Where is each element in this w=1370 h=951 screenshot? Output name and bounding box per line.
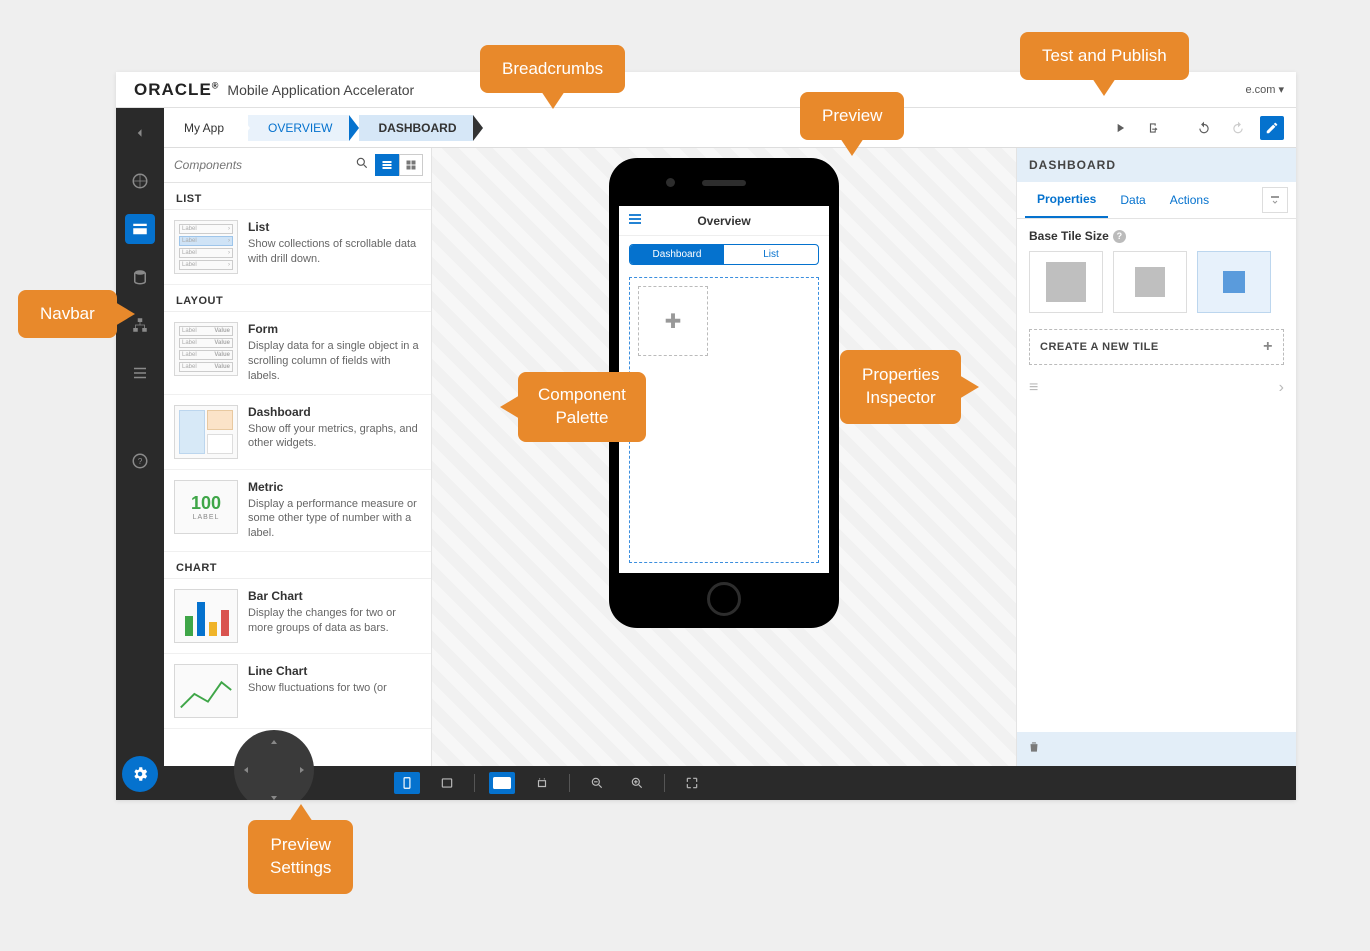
plus-icon: + xyxy=(1263,338,1273,356)
trash-icon[interactable] xyxy=(1027,740,1041,759)
list-view-icon[interactable] xyxy=(375,154,399,176)
inspector-title: DASHBOARD xyxy=(1017,148,1296,182)
nav-help-icon[interactable]: ? xyxy=(125,446,155,476)
callout-preview-settings: Preview Settings xyxy=(248,820,353,894)
nav-designer-icon[interactable] xyxy=(125,214,155,244)
callout-component-palette: Component Palette xyxy=(518,372,646,442)
svg-text:?: ? xyxy=(138,457,143,466)
direction-pad[interactable] xyxy=(234,730,314,800)
callout-navbar: Navbar xyxy=(18,290,117,338)
palette-item-dashboard[interactable]: Dashboard Show off your metrics, graphs,… xyxy=(164,395,431,470)
nav-settings-gear-icon[interactable] xyxy=(122,756,158,792)
top-toolbar xyxy=(1108,116,1284,140)
svg-text:iOS: iOS xyxy=(497,781,507,787)
device-screen: Overview Dashboard List ✚ xyxy=(619,206,829,573)
component-search-input[interactable] xyxy=(172,154,349,176)
palette-item-linechart[interactable]: Line Chart Show fluctuations for two (or xyxy=(164,654,431,729)
publish-icon[interactable] xyxy=(1142,116,1166,140)
add-tile-slot[interactable]: ✚ xyxy=(638,286,708,356)
device-phone-icon[interactable] xyxy=(394,772,420,794)
callout-breadcrumbs: Breadcrumbs xyxy=(480,45,625,93)
zoom-out-icon[interactable] xyxy=(584,772,610,794)
nav-list-icon[interactable] xyxy=(125,358,155,388)
user-menu[interactable]: e.com ▾ xyxy=(1245,83,1284,96)
edit-pencil-icon[interactable] xyxy=(1260,116,1284,140)
palette-item-metric[interactable]: 100 LABEL Metric Display a performance m… xyxy=(164,470,431,553)
preview-drop-area[interactable]: ✚ xyxy=(629,277,819,563)
breadcrumb-overview[interactable]: OVERVIEW xyxy=(248,115,348,141)
callout-preview: Preview xyxy=(800,92,904,140)
drag-handle-icon: ≡ xyxy=(1029,379,1038,397)
left-navbar: ? xyxy=(116,108,164,800)
nav-data-icon[interactable] xyxy=(125,262,155,292)
redo-icon[interactable] xyxy=(1226,116,1250,140)
grid-view-icon[interactable] xyxy=(399,154,423,176)
inspector-overflow-icon[interactable] xyxy=(1262,187,1288,213)
palette-item-barchart[interactable]: Bar Chart Display the changes for two or… xyxy=(164,579,431,654)
properties-inspector: DASHBOARD Properties Data Actions Base T… xyxy=(1016,148,1296,766)
tile-size-small[interactable] xyxy=(1197,251,1271,313)
nav-back-icon[interactable] xyxy=(125,118,155,148)
play-icon[interactable] xyxy=(1108,116,1132,140)
tile-size-medium[interactable] xyxy=(1113,251,1187,313)
preview-settings-bar: iOS xyxy=(164,766,1296,800)
palette-item-form[interactable]: LabelValue LabelValue LabelValue LabelVa… xyxy=(164,312,431,395)
preview-tab-dashboard[interactable]: Dashboard xyxy=(630,245,724,264)
preview-tab-list[interactable]: List xyxy=(724,245,818,264)
component-palette: LIST Label› Label› Label› Label› List Sh… xyxy=(164,148,432,766)
search-icon[interactable] xyxy=(355,156,369,175)
fullscreen-icon[interactable] xyxy=(679,772,705,794)
palette-section-chart: CHART xyxy=(164,552,431,579)
platform-ios-icon[interactable]: iOS xyxy=(489,772,515,794)
device-tablet-icon[interactable] xyxy=(434,772,460,794)
preview-canvas: Overview Dashboard List ✚ xyxy=(432,148,1016,766)
chevron-right-icon: › xyxy=(1279,379,1284,397)
preview-header: Overview xyxy=(619,206,829,236)
breadcrumb-bar: My App OVERVIEW DASHBOARD xyxy=(164,108,1296,148)
nav-explore-icon[interactable] xyxy=(125,166,155,196)
palette-section-layout: LAYOUT xyxy=(164,285,431,312)
product-name: Mobile Application Accelerator xyxy=(227,82,414,98)
preview-segmented-tabs: Dashboard List xyxy=(629,244,819,265)
callout-test-publish: Test and Publish xyxy=(1020,32,1189,80)
palette-item-list[interactable]: Label› Label› Label› Label› List Show co… xyxy=(164,210,431,285)
platform-android-icon[interactable] xyxy=(529,772,555,794)
breadcrumb-root[interactable]: My App xyxy=(176,115,240,141)
inspector-tab-data[interactable]: Data xyxy=(1108,183,1157,217)
help-icon[interactable]: ? xyxy=(1113,230,1126,243)
hamburger-icon[interactable] xyxy=(627,211,643,230)
breadcrumb-dashboard[interactable]: DASHBOARD xyxy=(359,115,473,141)
preview-title: Overview xyxy=(697,214,750,228)
create-new-tile-button[interactable]: CREATE A NEW TILE + xyxy=(1029,329,1284,365)
oracle-logo: ORACLE® xyxy=(134,80,219,100)
base-tile-size-label: Base Tile Size ? xyxy=(1029,229,1284,243)
home-button-icon xyxy=(707,582,741,616)
inspector-tab-properties[interactable]: Properties xyxy=(1025,182,1108,218)
palette-section-list: LIST xyxy=(164,183,431,210)
undo-icon[interactable] xyxy=(1192,116,1216,140)
zoom-in-icon[interactable] xyxy=(624,772,650,794)
callout-properties-inspector: Properties Inspector xyxy=(840,350,961,424)
plus-icon: ✚ xyxy=(665,309,682,334)
tile-list-row[interactable]: ≡ › xyxy=(1029,379,1284,397)
inspector-tab-actions[interactable]: Actions xyxy=(1158,183,1221,217)
tile-size-large[interactable] xyxy=(1029,251,1103,313)
app-frame: ORACLE® Mobile Application Accelerator e… xyxy=(116,72,1296,800)
